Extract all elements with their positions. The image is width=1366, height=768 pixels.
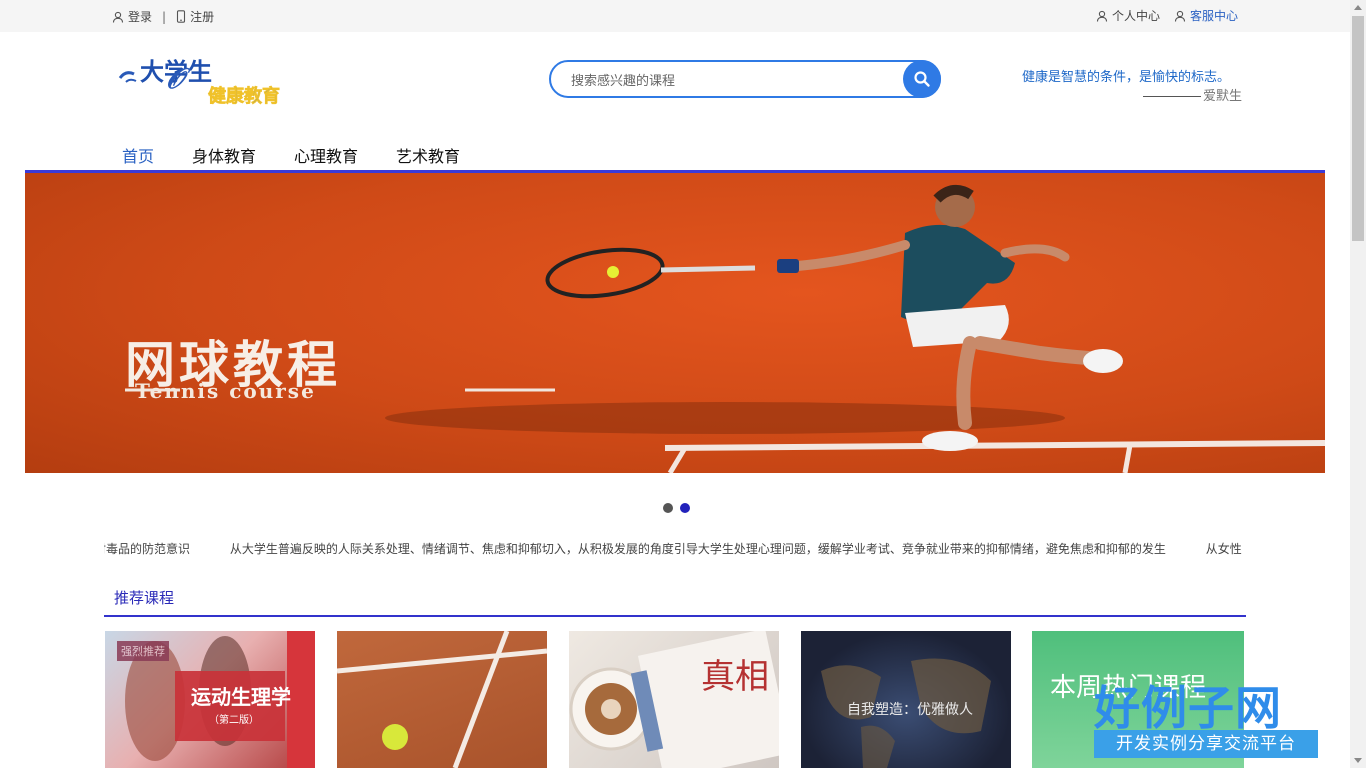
- watermark-subtitle: 开发实例分享交流平台: [1094, 730, 1318, 758]
- marquee-item[interactable]: 从大学生普遍反映的人际关系处理、情绪调节、焦虑和抑郁切入，从积极发展的角度引导大…: [230, 540, 1166, 556]
- slogan-author: 爱默生: [1143, 85, 1242, 104]
- scroll-down-arrow-icon[interactable]: [1354, 758, 1362, 763]
- course-card[interactable]: 强烈推荐 运动生理学 （第二版）: [105, 631, 315, 768]
- marquee-item[interactable]: 从女性: [1206, 540, 1242, 556]
- banner-subtitle: Tennis course: [135, 379, 316, 403]
- scroll-up-arrow-icon[interactable]: [1354, 5, 1362, 10]
- customer-service-link[interactable]: 客服中心: [1190, 7, 1238, 24]
- search-button[interactable]: [903, 60, 941, 98]
- page-scrollbar[interactable]: [1350, 0, 1366, 768]
- marquee-track: 对毒品的防范意识 从大学生普遍反映的人际关系处理、情绪调节、焦虑和抑郁切入，从积…: [104, 540, 1247, 556]
- service-icon: [1174, 10, 1186, 22]
- scrollbar-thumb[interactable]: [1352, 16, 1364, 241]
- personal-center-link[interactable]: 个人中心: [1112, 7, 1160, 24]
- watermark-title: 好例子网: [1094, 681, 1282, 735]
- auth-links: 登录 | 注册: [112, 8, 214, 25]
- search-icon: [914, 71, 930, 87]
- card-illustration: [337, 631, 547, 768]
- nav-item-physical[interactable]: 身体教育: [192, 143, 256, 167]
- site-logo[interactable]: 大学生 𝒪 健康教育: [118, 56, 338, 108]
- recommend-badge: 强烈推荐: [117, 641, 169, 661]
- search-box: [549, 60, 941, 98]
- course-card[interactable]: [337, 631, 547, 768]
- card-title: 真相: [701, 657, 769, 697]
- login-link[interactable]: 登录: [128, 8, 152, 25]
- phone-icon: [177, 10, 186, 23]
- main-nav: 首页 身体教育 心理教育 艺术教育: [122, 143, 498, 167]
- author-dash: [1143, 96, 1201, 97]
- card-title: 运动生理学: [191, 685, 291, 709]
- card-title: 自我塑造：优雅做人: [847, 702, 973, 718]
- course-card[interactable]: 自我塑造：优雅做人: [801, 631, 1011, 768]
- slogan-quote: 健康是智慧的条件，是愉快的标志。: [1022, 70, 1231, 85]
- recommended-title: 推荐课程: [114, 589, 175, 607]
- site-watermark: 好例子网 开发实例分享交流平台: [1094, 672, 1320, 762]
- nav-item-home[interactable]: 首页: [122, 143, 154, 167]
- user-icon: [1096, 10, 1108, 22]
- register-link[interactable]: 注册: [190, 8, 214, 25]
- news-marquee: 对毒品的防范意识 从大学生普遍反映的人际关系处理、情绪调节、焦虑和抑郁切入，从积…: [104, 540, 1247, 556]
- top-bar: 登录 | 注册 个人中心 客服中心: [0, 0, 1350, 32]
- banner-illustration: [125, 184, 1325, 473]
- carousel-dot-1[interactable]: [663, 503, 673, 513]
- logo-graphic: 大学生 𝒪 健康教育: [118, 58, 280, 107]
- card-subtitle: （第二版）: [209, 715, 259, 726]
- author-name: 爱默生: [1203, 89, 1243, 104]
- search-input[interactable]: [569, 70, 893, 92]
- carousel-dots: [663, 503, 690, 513]
- user-links: 个人中心 客服中心: [1096, 7, 1238, 24]
- recommended-underline: [104, 615, 1246, 617]
- banner-carousel[interactable]: 网球教程 Tennis course: [25, 173, 1325, 473]
- separator: |: [162, 9, 167, 24]
- user-icon: [112, 11, 124, 23]
- nav-item-psychology[interactable]: 心理教育: [294, 143, 358, 167]
- nav-item-art[interactable]: 艺术教育: [396, 143, 460, 167]
- course-card[interactable]: 真相: [569, 631, 779, 768]
- carousel-dot-2[interactable]: [680, 503, 690, 513]
- marquee-item[interactable]: 对毒品的防范意识: [104, 540, 190, 556]
- logo-line2: 健康教育: [208, 85, 280, 107]
